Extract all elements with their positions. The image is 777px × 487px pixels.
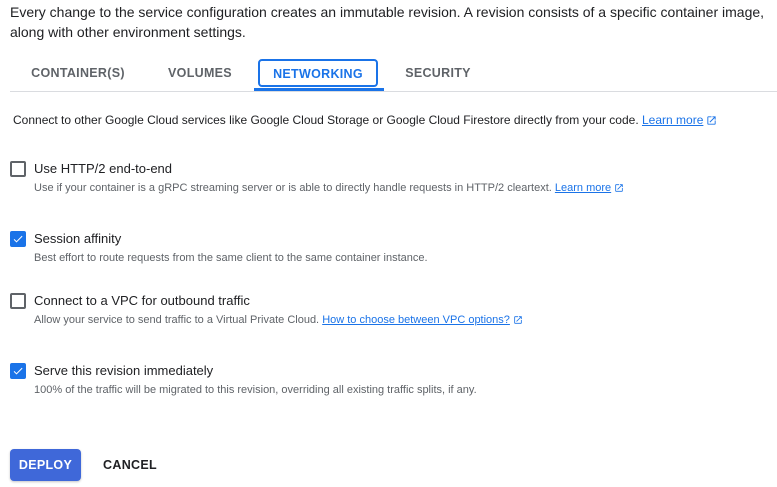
tab-networking[interactable]: NETWORKING <box>258 59 378 87</box>
vpc-checkbox[interactable] <box>10 293 26 309</box>
tab-bar: CONTAINER(S) VOLUMES NETWORKING SECURITY <box>10 58 777 92</box>
tab-security[interactable]: SECURITY <box>388 58 488 88</box>
http2-help: Use if your container is a gRPC streamin… <box>34 180 624 198</box>
cancel-button[interactable]: CANCEL <box>96 449 164 481</box>
networking-description: Connect to other Google Cloud services l… <box>13 111 717 131</box>
networking-description-text: Connect to other Google Cloud services l… <box>13 113 639 127</box>
open-in-new-icon <box>513 314 523 330</box>
vpc-help-text: Allow your service to send traffic to a … <box>34 314 320 326</box>
http2-label: Use HTTP/2 end-to-end <box>34 161 173 176</box>
http2-learn-more-link[interactable]: Learn more <box>555 182 611 194</box>
open-in-new-icon <box>706 113 717 131</box>
tab-volumes[interactable]: VOLUMES <box>146 58 254 88</box>
serve-immediately-help: 100% of the traffic will be migrated to … <box>34 384 477 396</box>
vpc-help: Allow your service to send traffic to a … <box>34 312 523 330</box>
vpc-label: Connect to a VPC for outbound traffic <box>34 293 250 308</box>
open-in-new-icon <box>614 182 624 198</box>
session-affinity-checkbox[interactable] <box>10 231 26 247</box>
session-affinity-help: Best effort to route requests from the s… <box>34 252 428 264</box>
tab-containers[interactable]: CONTAINER(S) <box>20 58 136 88</box>
networking-learn-more-link[interactable]: Learn more <box>642 113 703 127</box>
check-icon <box>13 367 23 375</box>
vpc-options-link[interactable]: How to choose between VPC options? <box>322 314 510 326</box>
intro-text: Every change to the service configuratio… <box>10 4 765 40</box>
http2-checkbox[interactable] <box>10 161 26 177</box>
serve-immediately-label: Serve this revision immediately <box>34 363 214 378</box>
check-icon <box>13 235 23 243</box>
serve-immediately-checkbox[interactable] <box>10 363 26 379</box>
active-tab-indicator <box>254 88 384 91</box>
deploy-button[interactable]: DEPLOY <box>10 449 81 481</box>
session-affinity-label: Session affinity <box>34 231 122 246</box>
http2-help-text: Use if your container is a gRPC streamin… <box>34 182 552 194</box>
